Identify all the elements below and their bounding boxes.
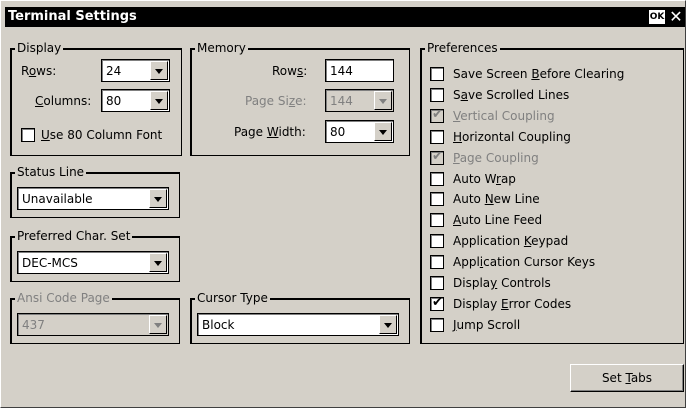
ansi-value: 437	[22, 318, 45, 332]
title-bar: Terminal Settings OK ✕	[5, 7, 685, 27]
pref-label: Page Coupling	[453, 150, 539, 165]
cursor-type-value: Block	[202, 318, 235, 332]
memory-rows-label: Rows:	[272, 64, 308, 78]
pref-checkbox[interactable]: ✔	[430, 294, 444, 311]
page-width-label: Page Width:	[234, 125, 306, 139]
pref-checkbox[interactable]	[430, 213, 444, 228]
pref-label[interactable]: Auto Wrap	[453, 172, 516, 186]
pref-label[interactable]: Save Screen Before Clearing	[453, 67, 624, 81]
pref-checkbox[interactable]	[430, 255, 444, 270]
charset-dropdown[interactable]: DEC-MCS	[17, 251, 169, 274]
pref-checkbox[interactable]	[430, 87, 444, 102]
pref-checkbox[interactable]	[430, 67, 444, 81]
pref-checkbox[interactable]	[430, 317, 444, 332]
status-line-legend: Status Line	[15, 165, 87, 179]
pref-checkbox: ✔	[430, 148, 444, 165]
pref-label[interactable]: Horizontal Coupling	[453, 130, 571, 144]
display-columns-dropdown[interactable]: 80	[101, 89, 170, 112]
ansi-legend: Ansi Code Page	[15, 291, 112, 305]
checkmark-icon: ✔	[432, 106, 443, 122]
charset-value: DEC-MCS	[22, 256, 78, 270]
pref-checkbox: ✔	[430, 106, 444, 123]
chevron-down-icon[interactable]	[150, 61, 168, 80]
page-width-value: 80	[330, 125, 346, 139]
pref-checkbox[interactable]	[430, 276, 444, 290]
preferences-legend: Preferences	[425, 41, 500, 55]
pref-label[interactable]: Jump Scroll	[453, 318, 520, 332]
pref-checkbox[interactable]	[430, 129, 444, 144]
checkmark-icon: ✔	[432, 294, 443, 310]
memory-rows-value: 144	[330, 64, 353, 78]
ansi-dropdown: 437	[17, 313, 169, 336]
memory-rows-input[interactable]: 144	[325, 59, 394, 82]
pref-checkbox[interactable]	[430, 192, 444, 207]
pref-label[interactable]: Display Error Codes	[453, 297, 571, 311]
pref-checkbox[interactable]	[430, 171, 444, 186]
page-size-value: 144	[330, 94, 353, 108]
memory-legend: Memory	[195, 41, 248, 55]
font80-label[interactable]: Use 80 Column Font	[41, 128, 162, 142]
pref-checkbox[interactable]	[430, 234, 444, 249]
chevron-down-icon[interactable]	[150, 91, 168, 110]
dialog-title: Terminal Settings	[8, 9, 137, 24]
font80-checkbox[interactable]	[21, 128, 35, 142]
status-line-value: Unavailable	[22, 192, 93, 206]
ok-button[interactable]: OK	[649, 10, 665, 24]
pref-label[interactable]: Auto New Line	[453, 192, 540, 206]
chevron-down-icon	[149, 315, 167, 334]
terminal-settings-dialog: Terminal Settings OK ✕ Display Rows: 24 …	[0, 0, 686, 408]
pref-label[interactable]: Save Scrolled Lines	[453, 88, 569, 102]
chevron-down-icon[interactable]	[379, 315, 397, 334]
display-legend: Display	[15, 41, 64, 55]
page-width-dropdown[interactable]: 80	[325, 120, 394, 143]
chevron-down-icon[interactable]	[374, 122, 392, 141]
pref-label[interactable]: Application Keypad	[453, 234, 568, 248]
display-columns-label: Columns:	[35, 94, 92, 108]
pref-label[interactable]: Application Cursor Keys	[453, 255, 595, 269]
page-size-dropdown: 144	[325, 89, 394, 112]
display-rows-value: 24	[106, 64, 122, 78]
pref-label[interactable]: Display Controls	[453, 276, 551, 290]
chevron-down-icon[interactable]	[149, 189, 167, 208]
status-line-dropdown[interactable]: Unavailable	[17, 187, 169, 210]
set-tabs-button[interactable]: Set Tabs	[570, 364, 684, 392]
checkmark-icon: ✔	[432, 148, 443, 164]
close-icon[interactable]: ✕	[669, 8, 683, 26]
pref-label[interactable]: Auto Line Feed	[453, 213, 542, 227]
chevron-down-icon	[374, 91, 392, 110]
display-rows-dropdown[interactable]: 24	[101, 59, 170, 82]
cursor-type-dropdown[interactable]: Block	[197, 313, 399, 336]
display-rows-label: Rows:	[21, 64, 57, 78]
cursor-legend: Cursor Type	[195, 291, 270, 305]
display-columns-value: 80	[106, 94, 122, 108]
pref-label: Vertical Coupling	[453, 108, 555, 123]
page-size-label: Page Size:	[245, 94, 307, 108]
charset-legend: Preferred Char. Set	[15, 229, 133, 243]
chevron-down-icon[interactable]	[149, 253, 167, 272]
